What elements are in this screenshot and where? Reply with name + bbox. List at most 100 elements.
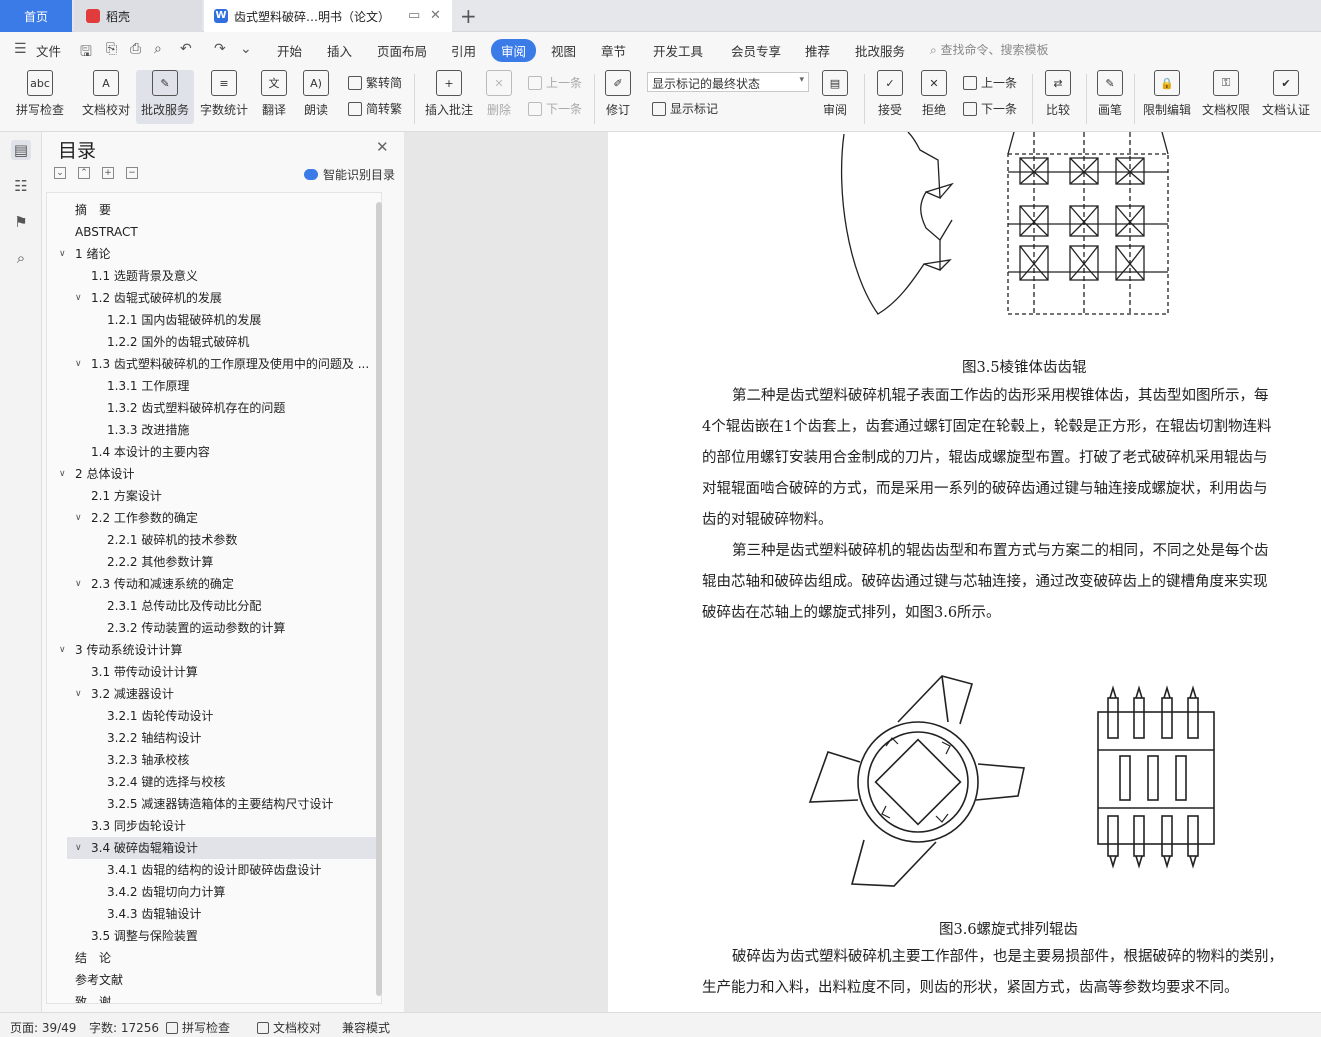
toc-item[interactable]: 1.3.1 工作原理 bbox=[47, 375, 381, 397]
toc-item[interactable]: 3.1 带传动设计计算 bbox=[47, 661, 381, 683]
toc-item[interactable]: 3.4.1 齿辊的结构的设计即破碎齿盘设计 bbox=[47, 859, 381, 881]
doc-proof-button[interactable]: A 文档校对 bbox=[78, 70, 134, 124]
toc-item[interactable]: 3.2.1 齿轮传动设计 bbox=[47, 705, 381, 727]
toc-item[interactable]: 1.3.2 齿式塑料破碎机存在的问题 bbox=[47, 397, 381, 419]
redo-icon[interactable]: ↷ bbox=[214, 41, 226, 57]
toc-item[interactable]: 3.4.2 齿辊切向力计算 bbox=[47, 881, 381, 903]
compare-button[interactable]: ⇄ 比较 bbox=[1038, 70, 1078, 124]
menu-section[interactable]: 章节 bbox=[601, 41, 626, 60]
menu-view[interactable]: 视图 bbox=[551, 41, 576, 60]
tab-close-icon[interactable]: ✕ bbox=[430, 8, 441, 23]
chevron-down-icon[interactable]: ∨ bbox=[75, 837, 82, 859]
track-changes-button[interactable]: ✐ 修订 bbox=[600, 70, 636, 124]
next-comment-button[interactable]: 下一条 bbox=[528, 100, 582, 117]
expand-all-icon[interactable]: ⌄ bbox=[54, 167, 66, 179]
toc-item[interactable]: ∨ 1 绪论 bbox=[47, 243, 381, 265]
bookmark-icon[interactable]: ⚑ bbox=[11, 212, 31, 232]
toc-item[interactable]: ∨ 2.2 工作参数的确定 bbox=[47, 507, 381, 529]
toc-item[interactable]: ABSTRACT bbox=[47, 221, 381, 243]
save-icon[interactable]: 🖫 bbox=[80, 41, 92, 65]
menu-member[interactable]: 会员专享 bbox=[731, 41, 781, 60]
toc-item[interactable]: 摘 要 bbox=[47, 199, 381, 221]
menu-recommend[interactable]: 推荐 bbox=[805, 41, 830, 60]
trad-to-simp-button[interactable]: 繁转简 bbox=[348, 74, 402, 91]
insert-comment-button[interactable]: + 插入批注 bbox=[422, 70, 476, 124]
toc-item[interactable]: 3.5 调整与保险装置 bbox=[47, 925, 381, 947]
tab-home[interactable]: 首页 bbox=[0, 0, 72, 32]
chevron-down-icon[interactable]: ∨ bbox=[59, 639, 66, 661]
toc-item[interactable]: 2.1 方案设计 bbox=[47, 485, 381, 507]
prev-change-button[interactable]: 上一条 bbox=[963, 74, 1017, 91]
status-proof-button[interactable]: 文档校对 bbox=[257, 1019, 321, 1036]
menu-file[interactable]: 文件 bbox=[36, 41, 61, 60]
smart-toc-button[interactable]: 智能识别目录 bbox=[304, 166, 395, 183]
add-heading-icon[interactable]: + bbox=[102, 167, 114, 179]
menu-insert[interactable]: 插入 bbox=[327, 41, 352, 60]
menu-start[interactable]: 开始 bbox=[277, 41, 302, 60]
toc-item[interactable]: 结 论 bbox=[47, 947, 381, 969]
remove-heading-icon[interactable]: − bbox=[126, 167, 138, 179]
chevron-down-icon[interactable]: ∨ bbox=[59, 463, 66, 485]
translate-button[interactable]: 文翻译 bbox=[254, 70, 294, 124]
doc-permission-button[interactable]: ⚿ 文档权限 bbox=[1198, 70, 1254, 124]
chevron-down-icon[interactable]: ∨ bbox=[75, 683, 82, 705]
toc-item[interactable]: ∨ 3 传动系统设计计算 bbox=[47, 639, 381, 661]
markup-state-select[interactable]: 显示标记的最终状态 ▾ bbox=[647, 72, 809, 92]
restrict-edit-button[interactable]: 🔒 限制编辑 bbox=[1140, 70, 1194, 124]
toc-item[interactable]: 2.3.1 总传动比及传动比分配 bbox=[47, 595, 381, 617]
toc-item[interactable]: ∨ 1.3 齿式塑料破碎机的工作原理及使用中的问题及 ... bbox=[47, 353, 381, 375]
delete-comment-button[interactable]: ✕ 删除 bbox=[480, 70, 518, 124]
tab-pin-icon[interactable]: ▭ bbox=[408, 8, 420, 23]
toc-item[interactable]: 1.1 选题背景及意义 bbox=[47, 265, 381, 287]
toc-item[interactable]: 3.3 同步齿轮设计 bbox=[47, 815, 381, 837]
menu-review[interactable]: 审阅 bbox=[491, 39, 537, 62]
new-tab-button[interactable]: + bbox=[460, 4, 477, 28]
toc-item[interactable]: 3.2.4 键的选择与校核 bbox=[47, 771, 381, 793]
menu-correction[interactable]: 批改服务 bbox=[855, 41, 905, 60]
tab-daoke[interactable]: 稻壳 bbox=[74, 0, 202, 32]
doc-certify-button[interactable]: ✔ 文档认证 bbox=[1258, 70, 1314, 124]
pen-button[interactable]: ✎ 画笔 bbox=[1092, 70, 1128, 124]
word-count-button[interactable]: ≡ 字数统计 bbox=[198, 70, 250, 124]
tab-document[interactable]: W 齿式塑料破碎…明书（论文） ▭ ✕ bbox=[204, 0, 452, 32]
reject-button[interactable]: ✕ 拒绝 bbox=[914, 70, 954, 124]
close-icon[interactable]: ✕ bbox=[376, 138, 389, 156]
toc-item[interactable]: ∨ 1.2 齿辊式破碎机的发展 bbox=[47, 287, 381, 309]
document-page[interactable]: 图3.5棱锥体齿齿辊 第二种是齿式塑料破碎机辊子表面工作齿的齿形采用楔锥体齿，其… bbox=[608, 132, 1321, 1012]
chevron-down-icon[interactable]: ∨ bbox=[59, 243, 66, 265]
toc-icon[interactable]: ▤ bbox=[11, 140, 31, 160]
status-spellcheck-button[interactable]: 拼写检查 bbox=[166, 1019, 230, 1036]
toc-item[interactable]: ∨ 3.2 减速器设计 bbox=[47, 683, 381, 705]
more-icon[interactable]: ⌄ bbox=[240, 41, 252, 57]
outline-icon[interactable]: ☷ bbox=[11, 176, 31, 196]
show-markup-button[interactable]: 显示标记 bbox=[652, 100, 718, 117]
page-indicator[interactable]: 页面: 39/49 bbox=[10, 1019, 76, 1036]
menu-developer[interactable]: 开发工具 bbox=[653, 41, 703, 60]
toc-item[interactable]: ∨ 3.4 破碎齿辊箱设计 bbox=[67, 837, 381, 859]
toc-scrollbar[interactable] bbox=[376, 202, 382, 996]
hamburger-icon[interactable]: ☰ bbox=[14, 41, 27, 57]
accept-button[interactable]: ✓ 接受 bbox=[870, 70, 910, 124]
menu-references[interactable]: 引用 bbox=[451, 41, 476, 60]
read-aloud-button[interactable]: A) 朗读 bbox=[298, 70, 334, 124]
spellcheck-button[interactable]: abc 拼写检查 bbox=[10, 70, 70, 124]
toc-item[interactable]: 3.2.2 轴结构设计 bbox=[47, 727, 381, 749]
toc-item[interactable]: 2.3.2 传动装置的运动参数的计算 bbox=[47, 617, 381, 639]
command-search[interactable]: ⌕ 查找命令、搜索模板 bbox=[930, 41, 1049, 58]
search-icon[interactable]: ⌕ bbox=[11, 248, 31, 268]
chevron-down-icon[interactable]: ∨ bbox=[75, 287, 82, 309]
simp-to-trad-button[interactable]: 简转繁 bbox=[348, 100, 402, 117]
toc-item[interactable]: 3.2.5 减速器铸造箱体的主要结构尺寸设计 bbox=[47, 793, 381, 815]
toc-item[interactable]: ∨ 2 总体设计 bbox=[47, 463, 381, 485]
toc-item[interactable]: 1.2.2 国外的齿辊式破碎机 bbox=[47, 331, 381, 353]
chevron-down-icon[interactable]: ∨ bbox=[75, 507, 82, 529]
toc-item[interactable]: 1.4 本设计的主要内容 bbox=[47, 441, 381, 463]
undo-icon[interactable]: ↶ bbox=[180, 41, 192, 57]
toc-item[interactable]: ∨ 2.3 传动和减速系统的确定 bbox=[47, 573, 381, 595]
toc-item[interactable]: 2.2.1 破碎机的技术参数 bbox=[47, 529, 381, 551]
review-pane-button[interactable]: ▤ 审阅 bbox=[816, 70, 854, 124]
menu-page-layout[interactable]: 页面布局 bbox=[377, 41, 427, 60]
chevron-down-icon[interactable]: ∨ bbox=[75, 573, 82, 595]
toc-item[interactable]: 1.3.3 改进措施 bbox=[47, 419, 381, 441]
word-count-indicator[interactable]: 字数: 17256 bbox=[89, 1019, 159, 1036]
